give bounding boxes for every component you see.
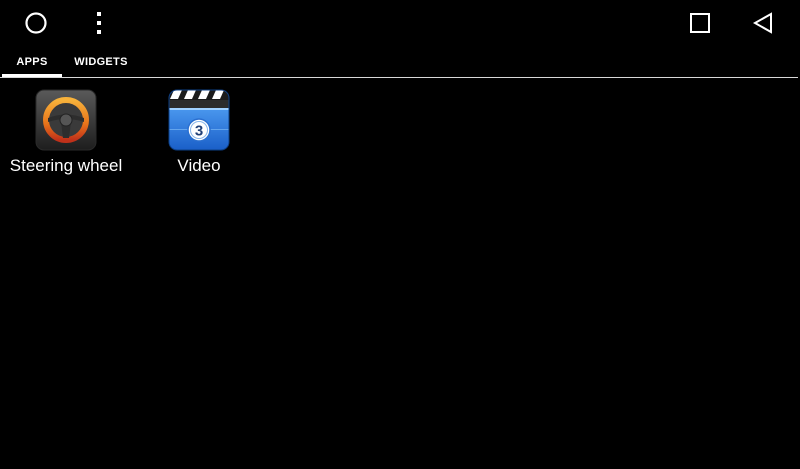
recents-button[interactable] <box>678 0 722 46</box>
square-recents-icon <box>690 13 710 33</box>
video-badge-number: 3 <box>195 123 203 140</box>
app-drawer-screen: APPS WIDGETS Steering wheel 3 Video <box>0 0 800 469</box>
vertical-dots-icon <box>97 12 101 34</box>
app-steering-wheel[interactable]: Steering wheel <box>0 89 132 189</box>
app-label-video: Video <box>177 156 221 175</box>
back-button[interactable] <box>741 0 785 46</box>
drawer-tabs: APPS WIDGETS <box>0 46 800 80</box>
app-label-steering-wheel: Steering wheel <box>9 156 123 175</box>
navigation-bar <box>0 0 800 46</box>
circle-home-icon <box>25 12 47 34</box>
app-video[interactable]: 3 Video <box>133 89 265 189</box>
tab-divider <box>0 77 798 78</box>
home-button[interactable] <box>14 0 58 46</box>
triangle-back-icon <box>752 12 772 34</box>
video-clapperboard-icon: 3 <box>168 89 230 151</box>
steering-wheel-icon <box>35 89 97 151</box>
menu-button[interactable] <box>77 0 121 46</box>
tab-widgets[interactable]: WIDGETS <box>62 46 140 78</box>
